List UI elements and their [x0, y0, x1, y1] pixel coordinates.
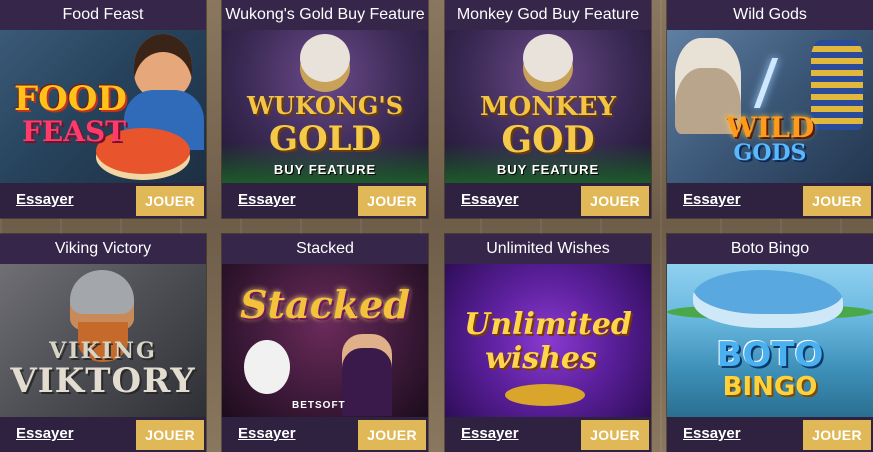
game-logo-line1: Stacked: [240, 282, 410, 327]
game-title: Stacked: [222, 234, 428, 264]
game-thumbnail[interactable]: MONKEY GOD BUY FEATURE: [445, 30, 651, 183]
game-card-footer: Essayer JOUER: [667, 184, 873, 218]
game-card-wild-gods: Wild Gods WILD GODS Essayer JOUER: [667, 0, 873, 218]
game-card-footer: Essayer JOUER: [222, 418, 428, 452]
game-card-footer: Essayer JOUER: [0, 184, 206, 218]
play-button[interactable]: JOUER: [358, 420, 426, 450]
game-logo-line1: WUKONG'S: [246, 91, 404, 120]
game-title: Monkey God Buy Feature: [445, 0, 651, 30]
game-logo-line2: FEAST: [22, 115, 127, 148]
game-title: Viking Victory: [0, 234, 206, 264]
try-link[interactable]: Essayer: [683, 425, 741, 442]
monkey-god-figure: [523, 34, 573, 82]
game-logo-sub: BUY FEATURE: [496, 162, 600, 177]
game-card-footer: Essayer JOUER: [0, 418, 206, 452]
game-card-monkey-god: Monkey God Buy Feature MONKEY GOD BUY FE…: [445, 0, 651, 218]
game-logo-line2: GOLD: [268, 119, 382, 159]
monkey-king-figure: [300, 34, 350, 82]
try-link[interactable]: Essayer: [16, 191, 74, 208]
game-card-boto-bingo: Boto Bingo BOTO BINGO Essayer JOUER: [667, 234, 873, 452]
magic-lamp-icon: [505, 384, 585, 406]
game-logo-line1: Unlimited: [464, 307, 632, 342]
try-link[interactable]: Essayer: [461, 425, 519, 442]
play-button[interactable]: JOUER: [358, 186, 426, 216]
dolphin-character: [693, 270, 843, 328]
play-button[interactable]: JOUER: [803, 420, 871, 450]
game-logo-line2: GOD: [501, 119, 595, 161]
game-thumbnail[interactable]: FOOD FEAST: [0, 30, 206, 183]
game-thumbnail[interactable]: Stacked BETSOFT: [222, 264, 428, 417]
chef-character: [134, 34, 192, 98]
game-card-footer: Essayer JOUER: [445, 418, 651, 452]
game-logo-sub: BUY FEATURE: [273, 162, 377, 177]
game-thumbnail[interactable]: Unlimited wishes: [445, 264, 651, 417]
game-title: Food Feast: [0, 0, 206, 30]
play-button[interactable]: JOUER: [803, 186, 871, 216]
game-card-stacked: Stacked Stacked BETSOFT Essayer JOUER: [222, 234, 428, 452]
try-link[interactable]: Essayer: [238, 425, 296, 442]
play-button[interactable]: JOUER: [581, 420, 649, 450]
game-thumbnail[interactable]: BOTO BINGO: [667, 264, 873, 417]
magician-character: [342, 334, 392, 416]
game-title: Wukong's Gold Buy Feature: [222, 0, 428, 30]
game-card-viking-victory: Viking Victory VIKING VIKTORY Essayer JO…: [0, 234, 206, 452]
try-link[interactable]: Essayer: [461, 191, 519, 208]
game-card-wukongs-gold: Wukong's Gold Buy Feature WUKONG'S GOLD …: [222, 0, 428, 218]
game-card-food-feast: Food Feast FOOD FEAST Essayer JOUER: [0, 0, 206, 218]
try-link[interactable]: Essayer: [16, 425, 74, 442]
try-link[interactable]: Essayer: [238, 191, 296, 208]
game-logo-line1: VIKING: [49, 338, 157, 364]
game-logo-sub: BETSOFT: [292, 400, 346, 411]
game-card-footer: Essayer JOUER: [222, 184, 428, 218]
game-logo-line2: GODS: [733, 140, 807, 166]
game-title: Wild Gods: [667, 0, 873, 30]
game-logo-line1: WILD: [725, 111, 815, 144]
chicken-character: [244, 340, 290, 394]
viking-helmet: [70, 270, 134, 330]
play-button[interactable]: JOUER: [136, 186, 204, 216]
game-card-footer: Essayer JOUER: [445, 184, 651, 218]
game-thumbnail[interactable]: VIKING VIKTORY: [0, 264, 206, 417]
game-grid: Food Feast FOOD FEAST Essayer JOUER Wuko…: [0, 0, 873, 452]
game-logo-line2: wishes: [485, 341, 597, 376]
game-logo-line1: BOTO: [716, 335, 824, 375]
game-logo-line1: FOOD: [14, 79, 127, 119]
game-thumbnail[interactable]: WUKONG'S GOLD BUY FEATURE: [222, 30, 428, 183]
game-card-unlimited-wishes: Unlimited Wishes Unlimited wishes Essaye…: [445, 234, 651, 452]
play-button[interactable]: JOUER: [581, 186, 649, 216]
try-link[interactable]: Essayer: [683, 191, 741, 208]
game-logo-line1: MONKEY: [479, 92, 617, 122]
game-title: Boto Bingo: [667, 234, 873, 264]
game-title: Unlimited Wishes: [445, 234, 651, 264]
game-logo-line2: BINGO: [722, 372, 818, 402]
play-button[interactable]: JOUER: [136, 420, 204, 450]
game-thumbnail[interactable]: WILD GODS: [667, 30, 873, 183]
game-logo-line2: VIKTORY: [10, 361, 196, 401]
game-card-footer: Essayer JOUER: [667, 418, 873, 452]
lightning-bolt: [753, 58, 779, 108]
